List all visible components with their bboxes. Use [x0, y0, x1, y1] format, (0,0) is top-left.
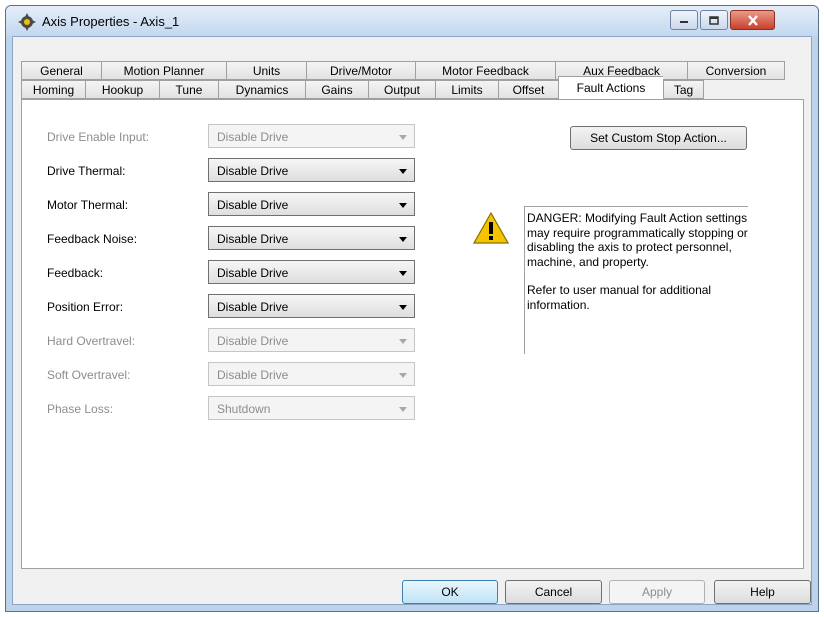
help-button[interactable]: Help [714, 580, 811, 604]
hard-overtravel-select: Disable Drive [208, 328, 415, 352]
tab-offset[interactable]: Offset [498, 80, 558, 99]
apply-button: Apply [609, 580, 705, 604]
hard-overtravel-label: Hard Overtravel: [47, 334, 136, 348]
chevron-down-icon [399, 373, 407, 378]
set-custom-stop-action-button[interactable]: Set Custom Stop Action... [570, 126, 747, 150]
position-error-select[interactable]: Disable Drive [208, 294, 415, 318]
drive-enable-input-label: Drive Enable Input: [47, 130, 150, 144]
chevron-down-icon [399, 339, 407, 344]
position-error-value: Disable Drive [217, 300, 289, 314]
tab-units[interactable]: Units [226, 61, 306, 80]
drive-thermal-value: Disable Drive [217, 164, 289, 178]
drive-thermal-label: Drive Thermal: [47, 164, 126, 178]
soft-overtravel-label: Soft Overtravel: [47, 368, 131, 382]
tab-fault-actions[interactable]: Fault Actions [558, 76, 663, 99]
chevron-down-icon [399, 169, 407, 174]
tab-tune[interactable]: Tune [159, 80, 218, 99]
minimize-button[interactable] [670, 10, 698, 30]
hard-overtravel-value: Disable Drive [217, 334, 289, 348]
feedback-label: Feedback: [47, 266, 104, 280]
ok-button[interactable]: OK [402, 580, 498, 604]
maximize-icon [709, 15, 719, 25]
chevron-down-icon [399, 135, 407, 140]
tab-drive-motor[interactable]: Drive/Motor [306, 61, 415, 80]
drive-enable-input-value: Disable Drive [217, 130, 289, 144]
danger-message-box: DANGER: Modifying Fault Action settings … [524, 206, 748, 354]
tab-general[interactable]: General [21, 61, 101, 80]
danger-message: DANGER: Modifying Fault Action settings … [527, 211, 748, 269]
close-icon [747, 14, 758, 26]
phase-loss-label: Phase Loss: [47, 402, 114, 416]
danger-note: Refer to user manual for additional info… [527, 283, 712, 312]
chevron-down-icon [399, 203, 407, 208]
cancel-button[interactable]: Cancel [505, 580, 602, 604]
chevron-down-icon [399, 407, 407, 412]
drive-enable-input-select: Disable Drive [208, 124, 415, 148]
warning-icon [473, 212, 509, 244]
tab-hookup[interactable]: Hookup [85, 80, 159, 99]
motor-thermal-label: Motor Thermal: [47, 198, 129, 212]
chevron-down-icon [399, 237, 407, 242]
close-button[interactable] [730, 10, 775, 30]
drive-thermal-select[interactable]: Disable Drive [208, 158, 415, 182]
tab-tag[interactable]: Tag [663, 80, 704, 99]
position-error-label: Position Error: [47, 300, 124, 314]
feedback-value: Disable Drive [217, 266, 289, 280]
feedback-noise-value: Disable Drive [217, 232, 289, 246]
tab-homing[interactable]: Homing [21, 80, 85, 99]
tab-row-back: General Motion Planner Units Drive/Motor… [21, 61, 785, 80]
tab-motor-feedback[interactable]: Motor Feedback [415, 61, 555, 80]
minimize-icon [680, 21, 688, 23]
feedback-noise-label: Feedback Noise: [47, 232, 138, 246]
tab-gains[interactable]: Gains [305, 80, 368, 99]
chevron-down-icon [399, 271, 407, 276]
tab-limits[interactable]: Limits [435, 80, 498, 99]
motor-thermal-value: Disable Drive [217, 198, 289, 212]
window-title: Axis Properties - Axis_1 [42, 14, 180, 29]
tab-conversion[interactable]: Conversion [687, 61, 785, 80]
tab-dynamics[interactable]: Dynamics [218, 80, 305, 99]
maximize-button[interactable] [700, 10, 728, 30]
soft-overtravel-value: Disable Drive [217, 368, 289, 382]
phase-loss-value: Shutdown [217, 402, 271, 416]
tab-row-front: Homing Hookup Tune Dynamics Gains Output… [21, 76, 704, 99]
chevron-down-icon [399, 305, 407, 310]
phase-loss-select: Shutdown [208, 396, 415, 420]
soft-overtravel-select: Disable Drive [208, 362, 415, 386]
feedback-select[interactable]: Disable Drive [208, 260, 415, 284]
motor-thermal-select[interactable]: Disable Drive [208, 192, 415, 216]
tab-output[interactable]: Output [368, 80, 435, 99]
gear-axis-icon [18, 13, 36, 31]
feedback-noise-select[interactable]: Disable Drive [208, 226, 415, 250]
tab-motion-planner[interactable]: Motion Planner [101, 61, 226, 80]
title-bar[interactable]: Axis Properties - Axis_1 [6, 6, 818, 36]
